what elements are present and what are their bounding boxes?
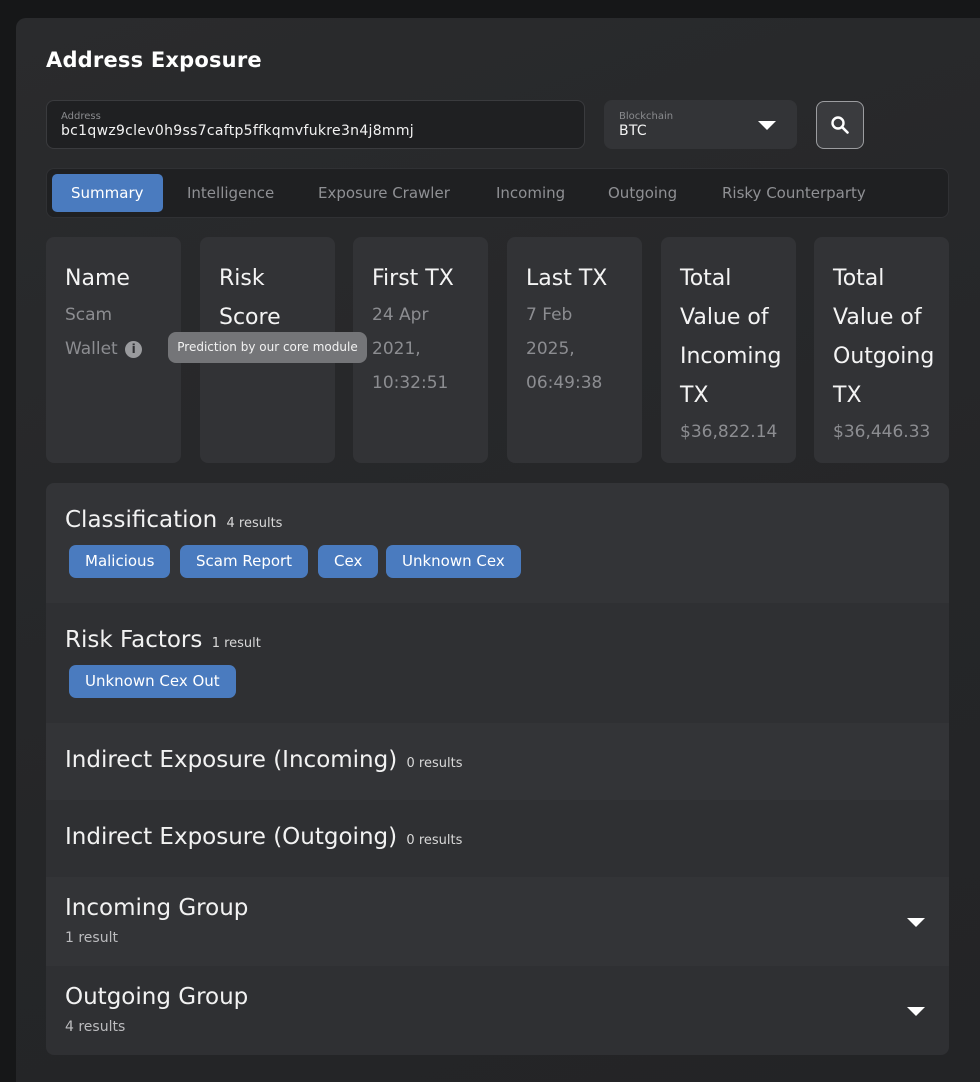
total-in-title-2: Value of [680,305,769,330]
outgoing-group-count: 4 results [65,1019,126,1035]
prediction-tooltip: Prediction by our core module [168,332,367,363]
indirect-outgoing-title: Indirect Exposure (Outgoing) [65,824,398,850]
tab-incoming[interactable]: Incoming [496,174,565,212]
summary-sections: Classification 4 results Malicious Scam … [46,483,949,1055]
total-in-title-4: TX [680,383,709,408]
first-tx-year: 2021, [372,339,421,359]
tab-bar: Summary Intelligence Exposure Crawler In… [46,168,949,218]
total-out-value: $36,446.33 [833,422,931,442]
name-card-value-2: Wallet i [65,332,181,366]
indirect-incoming-title: Indirect Exposure (Incoming) [65,747,398,773]
last-tx-time: 06:49:38 [526,373,603,393]
risk-factors-count: 1 result [211,636,261,651]
classification-heading: Classification 4 results [65,507,282,533]
chevron-down-icon[interactable] [907,918,925,927]
total-out-title-2: Value of [833,305,922,330]
address-input[interactable]: Address bc1qwz9clev0h9ss7caftp5ffkqmvfuk… [46,100,585,149]
last-tx-title: Last TX [526,266,608,291]
tab-summary[interactable]: Summary [52,174,163,212]
classification-count: 4 results [226,516,283,531]
first-tx-date: 24 Apr [372,305,429,325]
search-button[interactable] [816,101,864,149]
tag-unknown-cex[interactable]: Unknown Cex [386,545,521,578]
tag-malicious[interactable]: Malicious [69,545,171,578]
page-title: Address Exposure [46,48,262,72]
tag-scam-report[interactable]: Scam Report [180,545,309,578]
tab-intelligence[interactable]: Intelligence [187,174,274,212]
risk-factors-title: Risk Factors [65,627,203,653]
total-incoming-card: Total Value of Incoming TX $36,822.14 [661,237,796,463]
tab-risky-counterparty[interactable]: Risky Counterparty [722,174,866,212]
indirect-incoming-heading: Indirect Exposure (Incoming) 0 results [65,747,463,773]
info-icon[interactable]: i [125,340,143,358]
blockchain-label: Blockchain [619,111,674,122]
name-card-value-2-text: Wallet [65,339,118,359]
total-out-title-4: TX [833,383,862,408]
tab-outgoing[interactable]: Outgoing [608,174,677,212]
name-card-value-1: Scam [65,305,113,325]
indirect-outgoing-section[interactable]: Indirect Exposure (Outgoing) 0 results [46,800,949,877]
outgoing-group-title: Outgoing Group [65,984,249,1010]
address-value: bc1qwz9clev0h9ss7caftp5ffkqmvfukre3n4j8m… [61,123,414,139]
risk-factors-heading: Risk Factors 1 result [65,627,261,653]
name-card: Name Scam Wallet i [46,237,181,463]
outgoing-group-section[interactable]: Outgoing Group 4 results [46,966,949,1055]
incoming-group-count: 1 result [65,930,118,946]
search-icon [831,116,849,134]
indirect-incoming-count: 0 results [406,756,463,771]
first-tx-title: First TX [372,266,454,291]
total-out-title-1: Total [833,266,885,291]
indirect-incoming-section[interactable]: Indirect Exposure (Incoming) 0 results [46,723,949,800]
name-card-title: Name [65,266,130,291]
incoming-group-section[interactable]: Incoming Group 1 result [46,877,949,966]
address-label: Address [61,111,101,122]
total-out-title-3: Outgoing [833,344,935,369]
tag-cex[interactable]: Cex [318,545,379,578]
blockchain-value: BTC [619,123,648,139]
indirect-outgoing-heading: Indirect Exposure (Outgoing) 0 results [65,824,462,850]
total-in-title-1: Total [680,266,732,291]
chevron-down-icon[interactable] [907,1007,925,1016]
last-tx-card: Last TX 7 Feb 2025, 06:49:38 [507,237,642,463]
tag-unknown-cex-out[interactable]: Unknown Cex Out [69,665,236,698]
first-tx-time: 10:32:51 [372,373,449,393]
blockchain-select[interactable]: Blockchain BTC [604,100,797,149]
indirect-outgoing-count: 0 results [406,833,463,848]
classification-title: Classification [65,507,218,533]
last-tx-date: 7 Feb [526,305,573,325]
total-in-title-3: Incoming [680,344,782,369]
chevron-down-icon [758,121,776,130]
first-tx-card: First TX 24 Apr 2021, 10:32:51 [353,237,488,463]
risk-factors-section: Risk Factors 1 result Unknown Cex Out [46,603,949,723]
total-outgoing-card: Total Value of Outgoing TX $36,446.33 [814,237,949,463]
classification-section: Classification 4 results Malicious Scam … [46,483,949,603]
last-tx-year: 2025, [526,339,575,359]
tab-exposure-crawler[interactable]: Exposure Crawler [318,174,450,212]
incoming-group-title: Incoming Group [65,895,249,921]
total-in-value: $36,822.14 [680,422,778,442]
risk-card-title-1: Risk [219,266,265,291]
